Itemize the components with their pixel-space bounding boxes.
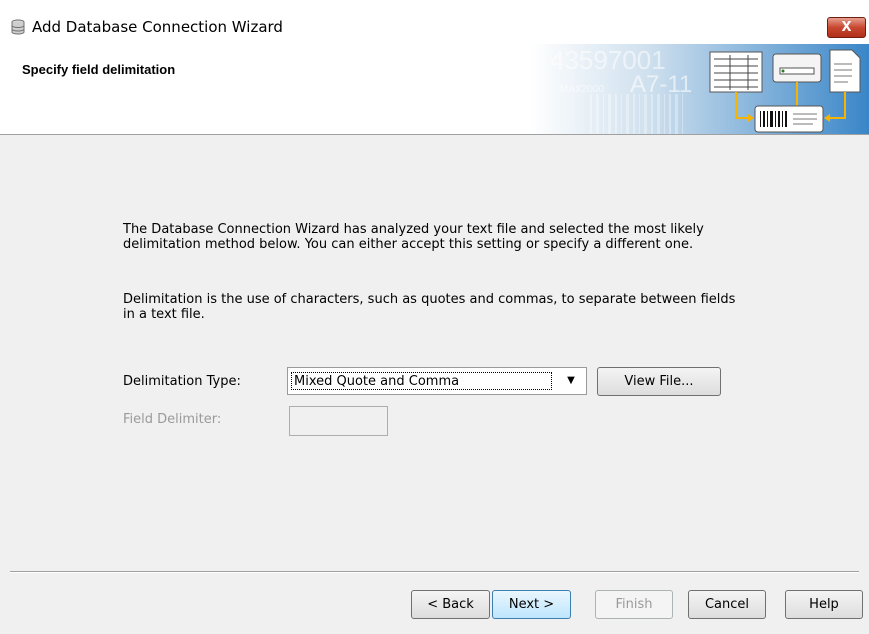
wizard-window: Add Database Connection Wizard X Specify… — [0, 0, 869, 634]
banner-graphic: 43597001 A7-11 MAX2000 — [530, 44, 869, 134]
description-paragraph-2: Delimitation is the use of characters, s… — [123, 292, 736, 322]
delimitation-type-label: Delimitation Type: — [123, 374, 241, 389]
cancel-button[interactable]: Cancel — [688, 590, 766, 619]
delimitation-type-value: Mixed Quote and Comma — [291, 372, 552, 390]
title-bar[interactable]: Add Database Connection Wizard X — [0, 0, 869, 44]
page-title: Specify field delimitation — [22, 62, 176, 77]
chevron-down-icon[interactable]: ▼ — [556, 368, 586, 394]
back-button[interactable]: < Back — [411, 590, 490, 619]
footer-separator — [10, 571, 859, 573]
delimitation-type-select[interactable]: Mixed Quote and Comma ▼ — [287, 367, 587, 395]
field-delimiter-label: Field Delimiter: — [123, 412, 222, 427]
finish-button[interactable]: Finish — [595, 590, 673, 619]
field-delimiter-input[interactable] — [289, 406, 388, 436]
database-icon — [11, 19, 25, 35]
view-file-button[interactable]: View File... — [597, 367, 721, 396]
banner-text-2: A7-11 — [630, 71, 692, 98]
next-button[interactable]: Next > — [492, 590, 571, 619]
close-button[interactable]: X — [827, 17, 866, 38]
close-icon: X — [841, 20, 852, 35]
banner-text-3: MAX2000 — [560, 84, 604, 95]
help-button[interactable]: Help — [785, 590, 863, 619]
window-title: Add Database Connection Wizard — [32, 18, 283, 36]
description-paragraph-1: The Database Connection Wizard has analy… — [123, 222, 704, 252]
wizard-header: Specify field delimitation 43597001 A7-1… — [0, 44, 869, 135]
